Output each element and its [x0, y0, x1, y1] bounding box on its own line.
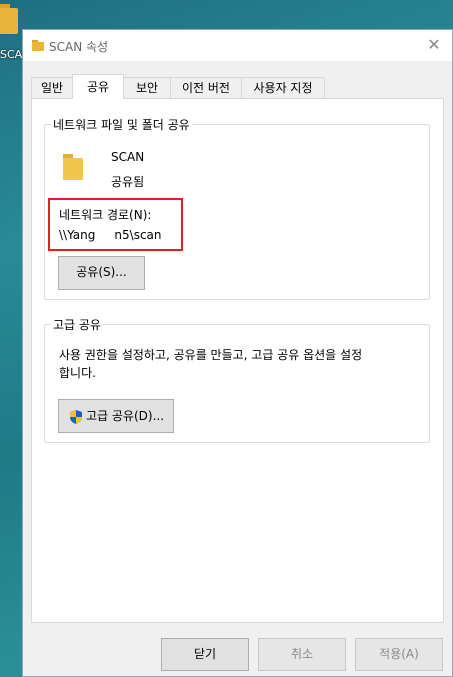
advanced-share-description-line2: 합니다. [59, 366, 96, 380]
share-button[interactable]: 공유(S)... [58, 256, 145, 290]
close-icon[interactable]: ✕ [422, 34, 446, 56]
network-path-value: \\Yang n5\scan [59, 228, 162, 242]
window-title: SCAN 속성 [49, 40, 109, 54]
network-share-group-title: 네트워크 파일 및 폴더 공유 [51, 116, 192, 133]
tab-general[interactable]: 일반 [31, 77, 73, 98]
advanced-share-group: 고급 공유 사용 권한을 설정하고, 공유를 만들고, 고급 공유 옵션을 설정… [44, 316, 430, 443]
folder-icon [32, 40, 44, 51]
close-button[interactable]: 닫기 [161, 638, 249, 671]
advanced-share-description-line1: 사용 권한을 설정하고, 공유를 만들고, 고급 공유 옵션을 설정 [59, 348, 363, 362]
advanced-share-button-label: 고급 공유(D)... [85, 409, 165, 423]
network-path-label: 네트워크 경로(N): [59, 208, 152, 222]
cancel-button[interactable]: 취소 [258, 638, 346, 671]
advanced-share-button[interactable]: 고급 공유(D)... [58, 399, 174, 433]
uac-shield-icon [69, 409, 82, 424]
tab-customize[interactable]: 사용자 지정 [241, 77, 325, 98]
apply-button[interactable]: 적용(A) [355, 638, 443, 671]
desktop-folder-icon[interactable] [0, 0, 20, 50]
tab-sharing[interactable]: 공유 [72, 74, 124, 99]
tab-previous-versions[interactable]: 이전 버전 [170, 77, 242, 98]
tab-security[interactable]: 보안 [123, 77, 171, 98]
folder-share-status: 공유됨 [111, 175, 145, 189]
advanced-share-group-title: 고급 공유 [51, 316, 103, 333]
shared-folder-icon [63, 154, 83, 180]
desktop-folder-label: SCA [0, 48, 23, 61]
title-bar[interactable]: SCAN 속성 ✕ [23, 30, 452, 61]
sharing-panel: 네트워크 파일 및 폴더 공유 SCAN 공유됨 네트워크 경로(N): \\Y… [31, 98, 444, 623]
properties-dialog: SCAN 속성 ✕ 일반 공유 보안 이전 버전 사용자 지정 네트워크 파일 … [22, 29, 453, 677]
network-share-group: 네트워크 파일 및 폴더 공유 SCAN 공유됨 네트워크 경로(N): \\Y… [44, 116, 430, 300]
folder-name: SCAN [111, 150, 145, 164]
